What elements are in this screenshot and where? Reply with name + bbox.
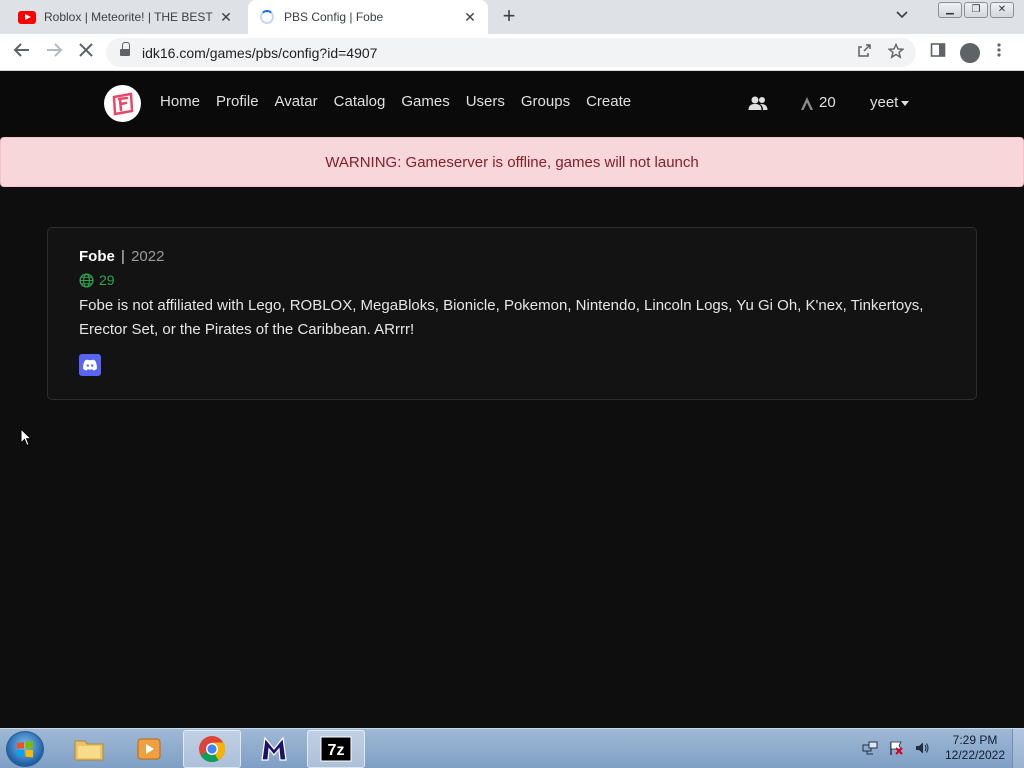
main-nav: Home Profile Avatar Catalog Games Users … (160, 93, 647, 110)
windows-taskbar: 7z 7:29 PM 12/22/2022 (0, 728, 1024, 768)
share-icon[interactable] (856, 43, 872, 63)
new-tab-button[interactable]: + (498, 5, 520, 28)
system-tray (862, 740, 930, 759)
globe-icon (79, 272, 94, 288)
user-dropdown[interactable]: yeet (870, 94, 910, 111)
caret-down-icon (901, 100, 910, 106)
mouse-cursor-icon (20, 427, 33, 452)
close-tab-icon[interactable]: ✕ (460, 9, 480, 26)
tab-pbs-config[interactable]: PBS Config | Fobe ✕ (248, 0, 488, 34)
lock-icon (120, 42, 130, 58)
clock-date: 12/22/2022 (944, 748, 1006, 762)
currency-balance[interactable]: 20 (800, 94, 836, 111)
game-year: 2022 (131, 248, 165, 265)
close-tab-icon[interactable]: ✕ (216, 9, 236, 26)
tab-title: Roblox | Meteorite! | THE BEST R (44, 10, 216, 24)
clock-time: 7:29 PM (952, 733, 998, 747)
game-description: Fobe is not affiliated with Lego, ROBLOX… (79, 297, 924, 338)
currency-amount: 20 (819, 94, 836, 111)
7zip-icon[interactable]: 7z (307, 730, 365, 768)
stop-loading-button[interactable] (74, 41, 98, 65)
nav-avatar[interactable]: Avatar (275, 93, 318, 110)
online-players: 29 (79, 272, 115, 288)
bookmark-star-icon[interactable] (887, 42, 905, 63)
site-navbar: Home Profile Avatar Catalog Games Users … (0, 71, 1024, 137)
side-panel-icon[interactable] (930, 42, 946, 63)
game-info-card: Fobe | 2022 29 Fobe is not affiliated wi… (47, 227, 977, 400)
game-name: Fobe (79, 248, 115, 265)
tab-roblox-meteorite[interactable]: Roblox | Meteorite! | THE BEST R ✕ (8, 0, 244, 34)
launcher-m-icon[interactable] (245, 730, 303, 768)
nav-catalog[interactable]: Catalog (334, 93, 386, 110)
online-count: 29 (99, 272, 115, 288)
nav-groups[interactable]: Groups (521, 93, 570, 110)
minimize-button[interactable]: ▁ (938, 2, 962, 18)
show-desktop-button[interactable] (1012, 729, 1024, 768)
volume-icon[interactable] (914, 740, 930, 759)
loading-spinner-icon (258, 8, 276, 26)
youtube-icon (18, 8, 36, 26)
maximize-button[interactable]: ❐ (964, 2, 988, 18)
url-text: idk16.com/games/pbs/config?id=4907 (142, 45, 378, 61)
tab-title: PBS Config | Fobe (284, 10, 384, 24)
menu-kebab-icon[interactable] (996, 42, 1002, 63)
browser-tab-strip: Roblox | Meteorite! | THE BEST R ✕ PBS C… (0, 0, 1024, 34)
nav-users[interactable]: Users (466, 93, 505, 110)
username: yeet (870, 94, 899, 111)
network-icon[interactable] (862, 740, 878, 759)
forward-button[interactable] (42, 41, 66, 65)
game-header: Fobe | 2022 (79, 248, 164, 265)
back-button[interactable] (10, 41, 34, 65)
profile-avatar-icon[interactable] (960, 43, 980, 63)
discord-icon[interactable] (79, 354, 101, 376)
alert-text: WARNING: Gameserver is offline, games wi… (325, 153, 699, 171)
media-player-icon[interactable] (120, 730, 178, 768)
separator: | (121, 248, 125, 265)
nav-create[interactable]: Create (586, 93, 631, 110)
nav-home[interactable]: Home (160, 93, 200, 110)
currency-icon (801, 96, 813, 110)
nav-games[interactable]: Games (401, 93, 449, 110)
address-bar[interactable]: idk16.com/games/pbs/config?id=4907 (106, 38, 916, 67)
window-controls: ▁ ❐ ✕ (938, 2, 1014, 18)
browser-toolbar: idk16.com/games/pbs/config?id=4907 (0, 34, 1024, 71)
nav-profile[interactable]: Profile (216, 93, 259, 110)
gameserver-warning-alert: WARNING: Gameserver is offline, games wi… (0, 137, 1024, 187)
file-explorer-icon[interactable] (60, 730, 118, 768)
friends-icon[interactable] (748, 95, 768, 116)
start-button[interactable] (6, 731, 44, 767)
chrome-icon[interactable] (183, 730, 241, 768)
tab-search-icon[interactable] (896, 8, 908, 22)
site-logo[interactable] (104, 85, 141, 122)
system-clock[interactable]: 7:29 PM 12/22/2022 (940, 733, 1010, 763)
close-window-button[interactable]: ✕ (990, 2, 1014, 18)
svg-text:7z: 7z (328, 742, 345, 759)
action-center-flag-icon[interactable] (888, 740, 904, 759)
